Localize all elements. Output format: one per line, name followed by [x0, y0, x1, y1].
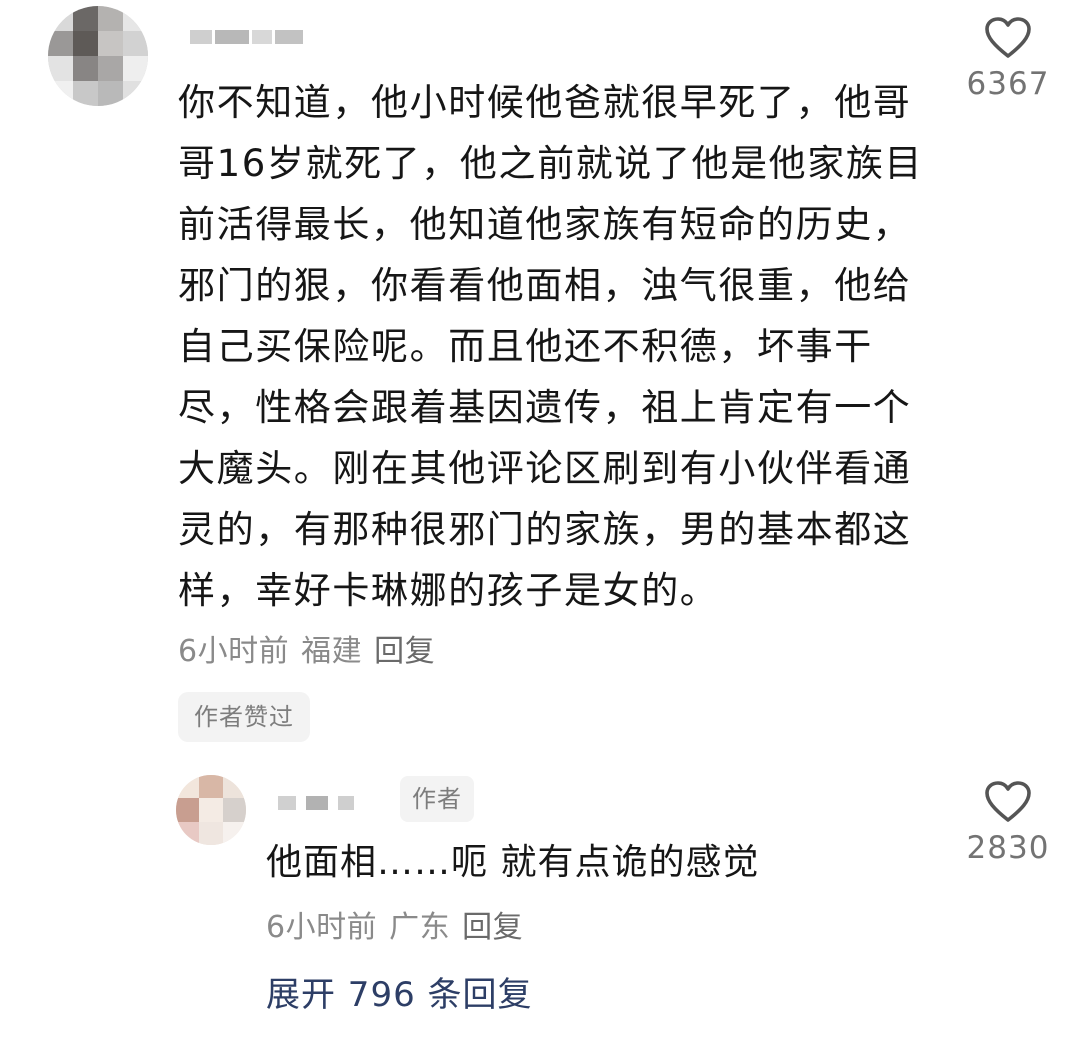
reply-author-avatar[interactable] [176, 775, 246, 845]
reply-text: 他面相……呃 就有点诡的感觉 [266, 842, 760, 883]
comment-meta: 6小时前 福建 回复 [178, 626, 435, 670]
reply-location: 广东 [389, 910, 451, 945]
commenter-name-redacted[interactable] [190, 30, 303, 48]
expand-replies-link[interactable]: 展开 796 条回复 [266, 970, 533, 1020]
author-badge: 作者 [400, 776, 474, 822]
comment-like-count: 6367 [966, 66, 1050, 102]
reply-like[interactable]: 2830 [958, 780, 1058, 866]
reply-author-name-redacted[interactable] [278, 796, 354, 810]
reply-meta: 6小时前 广东 回复 [266, 902, 523, 946]
comment-like[interactable]: 6367 [958, 16, 1058, 102]
reply-time: 6小时前 [266, 910, 378, 945]
comment-location: 福建 [301, 634, 363, 669]
reply-like-count: 2830 [966, 830, 1050, 866]
reply-to-reply-button[interactable]: 回复 [462, 910, 523, 945]
heart-outline-icon[interactable] [984, 780, 1032, 824]
reply-button[interactable]: 回复 [374, 634, 435, 669]
comment-time: 6小时前 [178, 634, 290, 669]
commenter-avatar[interactable] [48, 6, 148, 106]
heart-outline-icon[interactable] [984, 16, 1032, 60]
comment-text: 你不知道，他小时候他爸就很早死了，他哥哥16岁就死了，他之前就说了他是他家族目前… [178, 81, 924, 612]
author-liked-badge: 作者赞过 [178, 692, 310, 742]
